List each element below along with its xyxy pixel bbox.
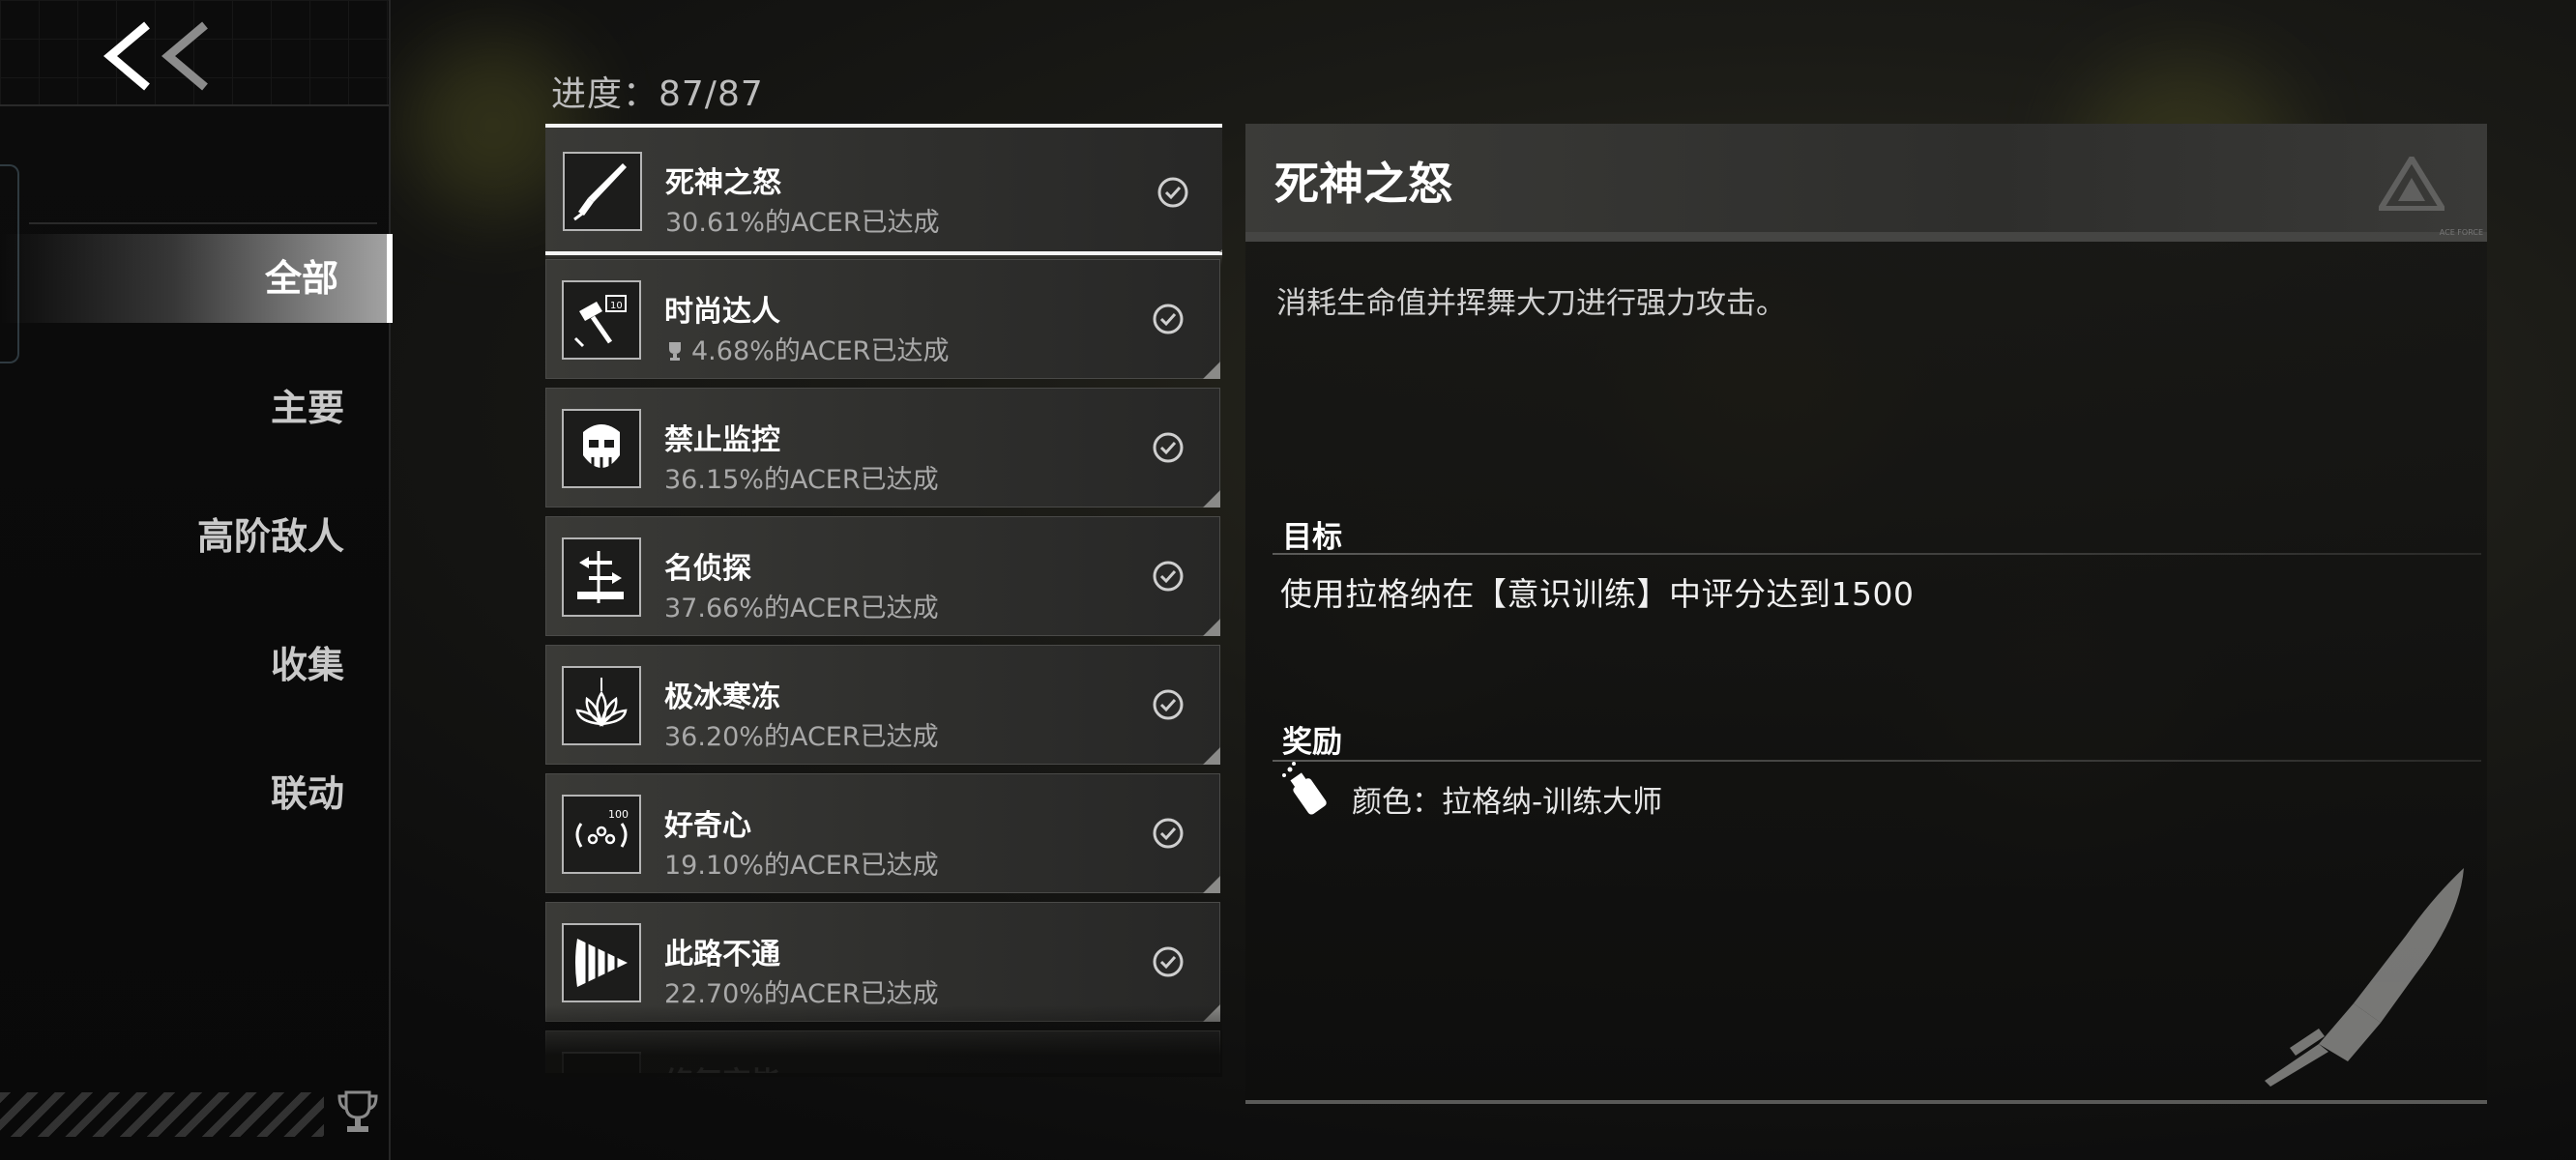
achievement-icon-frame [562,409,641,488]
card-corner [1203,362,1220,379]
achievement-rate: 36.20%的ACER已达成 [664,722,939,752]
achievement-card[interactable]: 禁止监控 36.15%的ACER已达成 [545,388,1220,508]
nav-tab-elite-enemies[interactable]: 高阶敌人 [0,492,393,581]
detail-description: 消耗生命值并挥舞大刀进行强力攻击。 [1276,286,1786,321]
achievement-card[interactable]: 10 时尚达人 4.68%的ACER已达成 [545,259,1220,379]
card-corner [1203,876,1220,893]
achievement-rate: 30.61%的ACER已达成 [665,208,940,238]
spray-can-icon [1282,762,1327,815]
progress-counter: 进度：87/87 [551,74,764,114]
blade-icon [573,163,627,221]
achievement-card[interactable]: 名侦探 37.66%的ACER已达成 [545,516,1220,636]
achievement-icon-frame [562,1052,641,1073]
header-tiny-text: ACE FORCE [2439,228,2483,237]
achievement-icon-frame [562,666,641,745]
achievement-rate: 37.66%的ACER已达成 [664,594,939,624]
nav-tab-all[interactable]: 全部 [0,234,393,323]
card-corner [1203,1004,1220,1022]
achievement-title: 此路不通 [664,938,780,972]
achievement-title: 好奇心 [664,809,751,843]
ice-flower-icon [575,678,628,727]
completed-check-icon [1157,177,1188,208]
achievement-card[interactable]: 此路不通 22.70%的ACER已达成 [545,902,1220,1022]
nav-tab-main[interactable]: 主要 [0,363,393,452]
ace-logo-icon [2379,157,2444,211]
card-corner [1203,490,1220,508]
detail-title: 死神之怒 [1274,158,1452,210]
svg-text:100: 100 [608,808,629,821]
achievement-icon-frame [562,537,641,617]
nav-tab-collection[interactable]: 收集 [0,621,393,710]
achievement-rate: 36.15%的ACER已达成 [664,465,939,495]
small-trophy-icon [669,342,681,361]
detail-bottom-rule [1245,1100,2487,1104]
completed-check-icon [1153,561,1184,592]
achievement-title: 名侦探 [664,552,751,586]
card-corner [1203,619,1220,636]
achievement-icon-frame [563,152,642,231]
goal-rule [1273,553,2481,555]
mask-icon [583,424,620,471]
curiosity-icon: 100 [575,808,629,848]
detail-header: 死神之怒 ACE FORCE [1245,124,2487,242]
achievement-title: 死神之怒 [665,166,781,200]
achievement-title: 极冰寒冻 [664,681,780,714]
blade-weapon-icon [2265,868,2464,1087]
hatch-decoration [0,1092,324,1137]
card-corner [1219,235,1222,252]
svg-text:10: 10 [610,301,623,311]
nav-tab-collab[interactable]: 联动 [0,749,393,838]
sidebar: 全部 主要 高阶敌人 收集 联动 [0,0,393,1160]
achievement-rate: 4.68%的ACER已达成 [664,330,949,367]
drill-icon [575,939,628,987]
achievement-rate: 19.10%的ACER已达成 [664,851,939,881]
achievement-icon-frame: 10 [562,280,641,360]
achievement-list[interactable]: 死神之怒 30.61%的ACER已达成 10 时尚达人 4.68%的ACER已达… [545,124,1222,1073]
completed-check-icon [1153,432,1184,463]
completed-check-icon [1153,946,1184,977]
achievement-title: 时尚达人 [664,295,780,329]
card-corner [1203,747,1220,765]
reward-text: 颜色：拉格纳-训练大师 [1352,785,1663,820]
goal-text: 使用拉格纳在【意识训练】中评分达到1500 [1280,575,1915,613]
achievement-card[interactable]: 死神之怒 30.61%的ACER已达成 [545,124,1222,255]
completed-check-icon [1153,689,1184,720]
achievement-rate: 22.70%的ACER已达成 [664,979,939,1009]
achievement-detail-panel: 死神之怒 ACE FORCE 消耗生命值并挥舞大刀进行强力攻击。 目标 使用拉格… [1245,124,2487,1104]
trophy-icon [337,1090,378,1132]
achievement-title: 修复完毕 [664,1058,780,1073]
achievement-card[interactable]: 100 好奇心 19.10%的ACER已达成 [545,773,1220,893]
achievement-title: 禁止监控 [664,423,780,457]
hammer-icon: 10 [573,295,627,348]
sidebar-top-rule [0,104,389,106]
goal-label: 目标 [1282,520,1342,555]
completed-check-icon [1153,818,1184,849]
completed-check-icon [1153,304,1184,334]
achievement-card[interactable]: 修复完毕 [545,1030,1220,1073]
achievement-rate-text: 4.68%的ACER已达成 [691,336,950,366]
achievement-icon-frame: 100 [562,795,641,874]
reward-rule [1273,760,2481,762]
achievement-card[interactable]: 极冰寒冻 36.20%的ACER已达成 [545,645,1220,765]
detective-icon [577,551,624,603]
back-chevrons-icon[interactable] [97,17,222,95]
sidebar-divider [29,222,377,224]
reward-label: 奖励 [1282,725,1342,760]
achievement-icon-frame [562,923,641,1002]
